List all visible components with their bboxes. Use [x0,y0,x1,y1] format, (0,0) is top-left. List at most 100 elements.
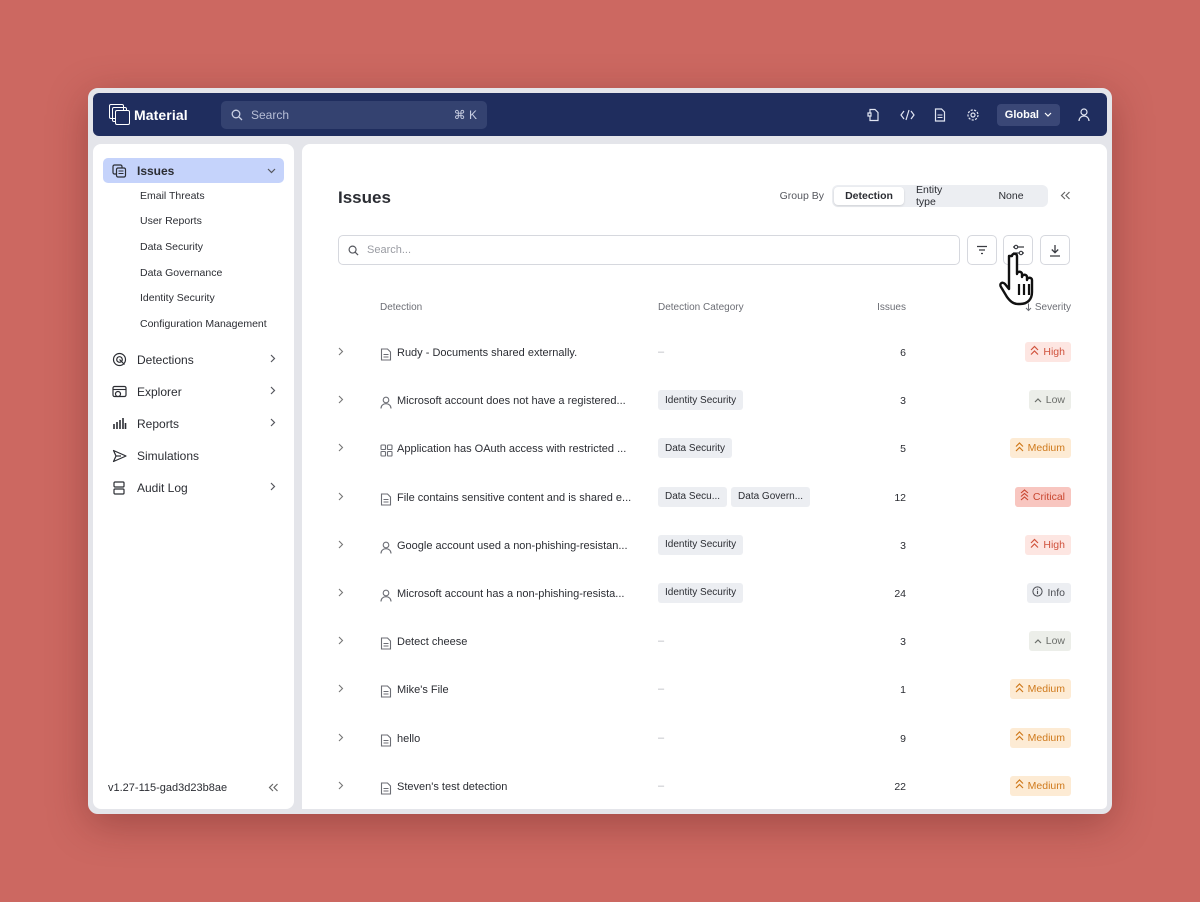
user-icon [380,589,393,602]
sidebar-item-simulations[interactable]: Simulations [103,440,284,472]
column-header-issues[interactable]: Issues [858,302,906,313]
severity-critical-icon [1020,489,1029,504]
severity-badge: Medium [1009,679,1071,700]
user-profile-icon[interactable] [1074,105,1093,124]
column-header-detection[interactable]: Detection [380,302,422,313]
detection-name[interactable]: Google account used a non-phishing-resis… [397,540,642,552]
group-by-entity-type[interactable]: Entity type [904,184,976,208]
collapse-all-icon[interactable] [1060,189,1071,203]
sidebar-item-audit-log[interactable]: Audit Log [103,472,284,504]
detection-name[interactable]: Detect cheese [397,636,642,648]
table-row[interactable]: Google account used a non-phishing-resis… [338,523,1071,571]
chevron-right-icon [270,418,276,430]
table-row[interactable]: Detect cheese – 3 Low [338,619,1071,667]
issue-count: 3 [900,539,906,552]
table-row[interactable]: Microsoft account has a non-phishing-res… [338,571,1071,619]
sidebar-item-explorer[interactable]: Explorer [103,376,284,408]
reports-icon [111,416,127,432]
category-chip: Data Secu... [658,486,728,507]
severity-low-icon [1034,395,1042,406]
version-footer: v1.27-115-gad3d23b8ae [108,780,279,795]
issues-search-input[interactable]: Search... [338,235,960,265]
integrations-icon[interactable] [865,105,884,124]
expand-row-chevron-icon[interactable] [338,540,350,552]
severity-cell: Info [1027,582,1071,603]
detection-name[interactable]: Steven's test detection [397,781,642,793]
expand-row-chevron-icon[interactable] [338,588,350,600]
sidebar-subitem-identity-security[interactable]: Identity Security [103,285,284,311]
table-row[interactable]: File contains sensitive content and is s… [338,475,1071,523]
expand-row-chevron-icon[interactable] [338,347,350,359]
document-icon [380,733,393,747]
table-row[interactable]: Microsoft account does not have a regist… [338,378,1071,426]
collapse-sidebar-icon[interactable] [268,780,279,795]
severity-badge: Critical [1014,486,1071,507]
sidebar-subitem-email-threats[interactable]: Email Threats [103,183,284,209]
expand-row-chevron-icon[interactable] [338,443,350,455]
global-search-placeholder: Search [251,107,290,122]
category-list: Data Secu... Data Govern... [658,486,811,507]
document-icon [380,685,393,698]
detection-name[interactable]: hello [397,733,642,745]
sidebar-item-label: Explorer [137,384,182,399]
detection-name[interactable]: Microsoft account does not have a regist… [397,395,642,407]
explorer-icon [111,384,127,400]
group-by-none[interactable]: None [976,187,1046,205]
severity-label: Low [1045,635,1065,648]
code-icon[interactable] [898,105,917,124]
severity-cell: Low [1028,390,1071,411]
scope-label: Global [1004,108,1039,121]
expand-row-chevron-icon[interactable] [338,733,350,745]
detection-name[interactable]: Mike's File [397,684,642,696]
sidebar-subitem-data-security[interactable]: Data Security [103,234,284,260]
sidebar-subitem-configuration-management[interactable]: Configuration Management [103,311,284,337]
sidebar-item-detections[interactable]: Detections [103,344,284,376]
search-icon [348,245,359,256]
column-header-category[interactable]: Detection Category [658,302,744,313]
category-chip: Identity Security [658,582,744,603]
table-row[interactable]: hello – 9 Medium [338,716,1071,764]
severity-label: Medium [1027,442,1065,455]
category-chip: Data Security [658,438,733,459]
table-row[interactable]: Rudy - Documents shared externally. – 6 Hig… [338,330,1071,378]
severity-cell: Medium [1009,438,1071,459]
settings-icon[interactable] [964,105,983,124]
sidebar-item-reports[interactable]: Reports [103,408,284,440]
expand-row-chevron-icon[interactable] [338,395,350,407]
detection-name[interactable]: Rudy - Documents shared externally. [397,347,642,359]
detection-name[interactable]: Application has OAuth access with restri… [397,443,642,455]
detection-name[interactable]: File contains sensitive content and is s… [397,492,642,504]
severity-badge: Medium [1009,775,1071,796]
severity-medium-icon [1015,442,1024,455]
issues-table-body: Rudy - Documents shared externally. – 6 Hig… [338,330,1071,809]
document-icon[interactable] [931,105,950,124]
user-icon [380,541,393,554]
chevron-down-icon [267,165,276,177]
scope-dropdown[interactable]: Global [996,103,1060,126]
empty-category: – [658,346,665,358]
sidebar-item-label: Issues [137,163,175,178]
issue-count: 12 [894,491,906,504]
document-icon [380,637,393,650]
expand-row-chevron-icon[interactable] [338,492,350,504]
main-panel: Issues Group By Detection Entity type No… [302,144,1107,809]
search-shortcut: ⌘ K [453,107,477,122]
expand-row-chevron-icon[interactable] [338,636,350,648]
table-row[interactable]: Steven's test detection – 22 Medium [338,764,1071,809]
chevron-right-icon [270,482,276,494]
table-row[interactable]: Mike's File – 1 Medium [338,667,1071,715]
sidebar-item-issues[interactable]: Issues [103,158,284,183]
category-list: Data Security [658,438,733,459]
severity-cell: Low [1028,631,1071,652]
filter-button[interactable] [967,235,997,265]
table-row[interactable]: Application has OAuth access with restri… [338,426,1071,474]
global-search-input[interactable]: Search ⌘ K [221,100,487,129]
sidebar-subitem-user-reports[interactable]: User Reports [103,209,284,235]
expand-row-chevron-icon[interactable] [338,684,350,696]
detection-name[interactable]: Microsoft account has a non-phishing-res… [397,588,642,600]
filter-icon [977,245,987,255]
expand-row-chevron-icon[interactable] [338,781,350,793]
logo[interactable]: Material [109,104,205,125]
group-by-detection[interactable]: Detection [834,187,904,205]
sidebar-subitem-data-governance[interactable]: Data Governance [103,260,284,286]
